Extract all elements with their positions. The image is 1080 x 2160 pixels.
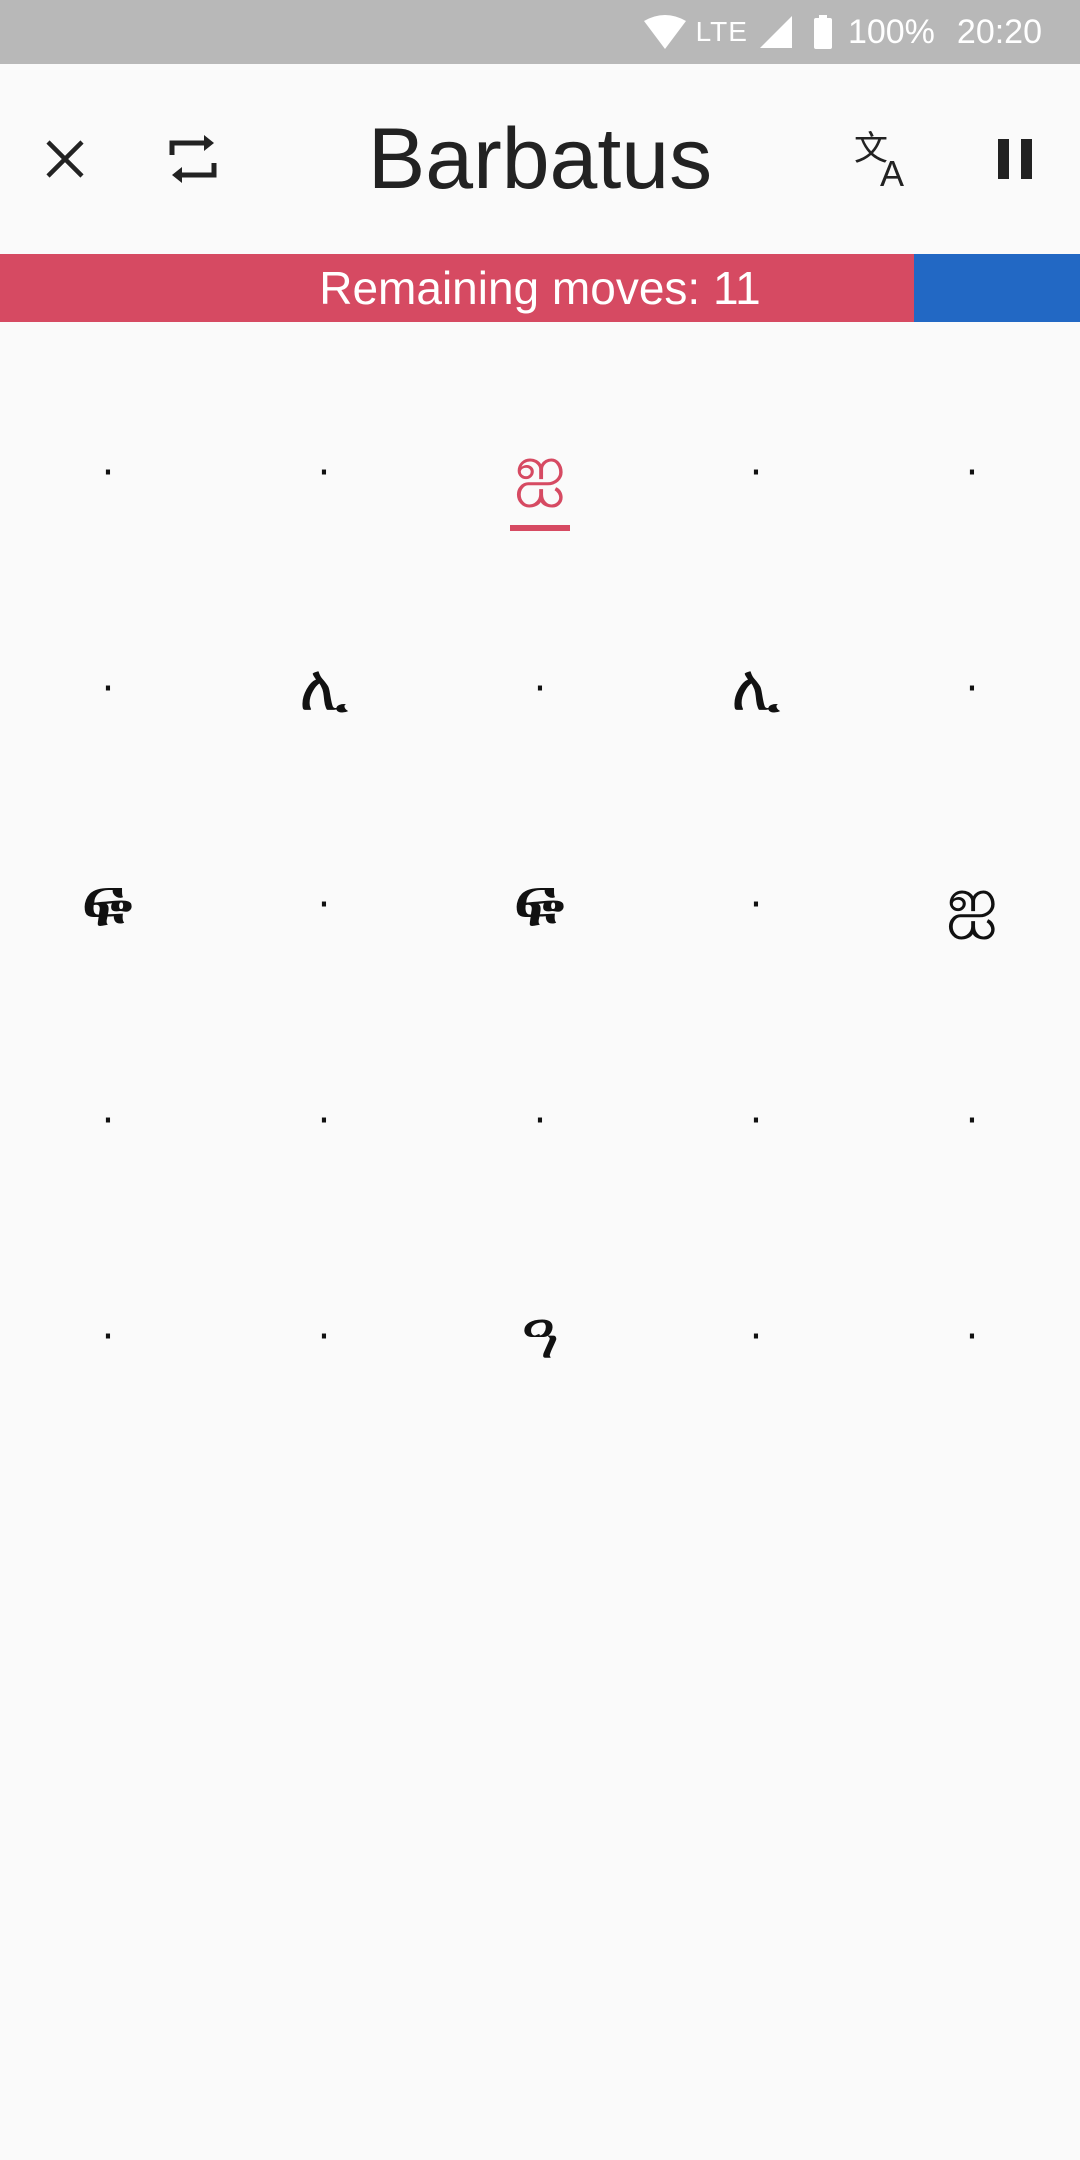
close-icon — [46, 140, 84, 178]
game-board: · · ஐ · · · ሊ · ሊ · ᎋ · ᎋ · ஐ · · · · · · · ዓ · · — [0, 365, 1080, 1445]
board-cell-empty[interactable]: · — [216, 365, 432, 581]
board-cell-empty[interactable]: · — [216, 1229, 432, 1445]
board-cell-empty[interactable]: · — [864, 581, 1080, 797]
board-cell-empty[interactable]: · — [864, 365, 1080, 581]
translate-button[interactable]: 文 A — [830, 64, 940, 254]
board-cell-empty[interactable]: · — [432, 1013, 648, 1229]
status-bar: LTE 100% 20:20 — [0, 0, 1080, 64]
remaining-moves-bar: Remaining moves: 11 — [0, 254, 1080, 322]
translate-icon: 文 A — [854, 130, 904, 188]
pause-button[interactable] — [960, 64, 1070, 254]
board-cell-empty[interactable]: · — [216, 797, 432, 1013]
board-cell-glyph[interactable]: ᎋ — [432, 797, 648, 1013]
svg-text:A: A — [880, 153, 904, 188]
board-cell-empty[interactable]: · — [432, 581, 648, 797]
clock: 20:20 — [956, 12, 1042, 51]
board-cell-empty[interactable]: · — [0, 1013, 216, 1229]
board-cell-glyph[interactable]: ዓ — [432, 1229, 648, 1445]
repeat-button[interactable] — [138, 64, 248, 254]
board-cell-empty[interactable]: · — [648, 1013, 864, 1229]
network-type: LTE — [695, 16, 748, 47]
board-cell-empty[interactable]: · — [648, 1229, 864, 1445]
remaining-moves-label: Remaining moves: 11 — [319, 262, 761, 314]
pause-icon — [998, 139, 1032, 179]
board-cell-empty[interactable]: · — [648, 797, 864, 1013]
board-cell-empty[interactable]: · — [0, 1229, 216, 1445]
board-cell-empty[interactable]: · — [648, 365, 864, 581]
board-cell-glyph[interactable]: ஐ — [864, 797, 1080, 1013]
signal-icon — [759, 16, 792, 48]
board-cell-empty[interactable]: · — [864, 1013, 1080, 1229]
board-cell-empty[interactable]: · — [0, 365, 216, 581]
board-cell-glyph[interactable]: ሊ — [216, 581, 432, 797]
close-button[interactable] — [10, 64, 120, 254]
wifi-icon — [643, 15, 686, 49]
page-title: Barbatus — [367, 110, 713, 207]
board-cell-empty[interactable]: · — [0, 581, 216, 797]
battery-percent: 100% — [847, 12, 935, 51]
repeat-icon — [169, 135, 217, 183]
board-cell-empty[interactable]: · — [216, 1013, 432, 1229]
battery-icon — [813, 15, 832, 49]
board-cell-glyph[interactable]: ஐ — [432, 365, 648, 581]
board-cell-glyph[interactable]: ሊ — [648, 581, 864, 797]
app-bar: Barbatus 文 A — [0, 64, 1080, 254]
board-cell-empty[interactable]: · — [864, 1229, 1080, 1445]
board-cell-glyph[interactable]: ᎋ — [0, 797, 216, 1013]
